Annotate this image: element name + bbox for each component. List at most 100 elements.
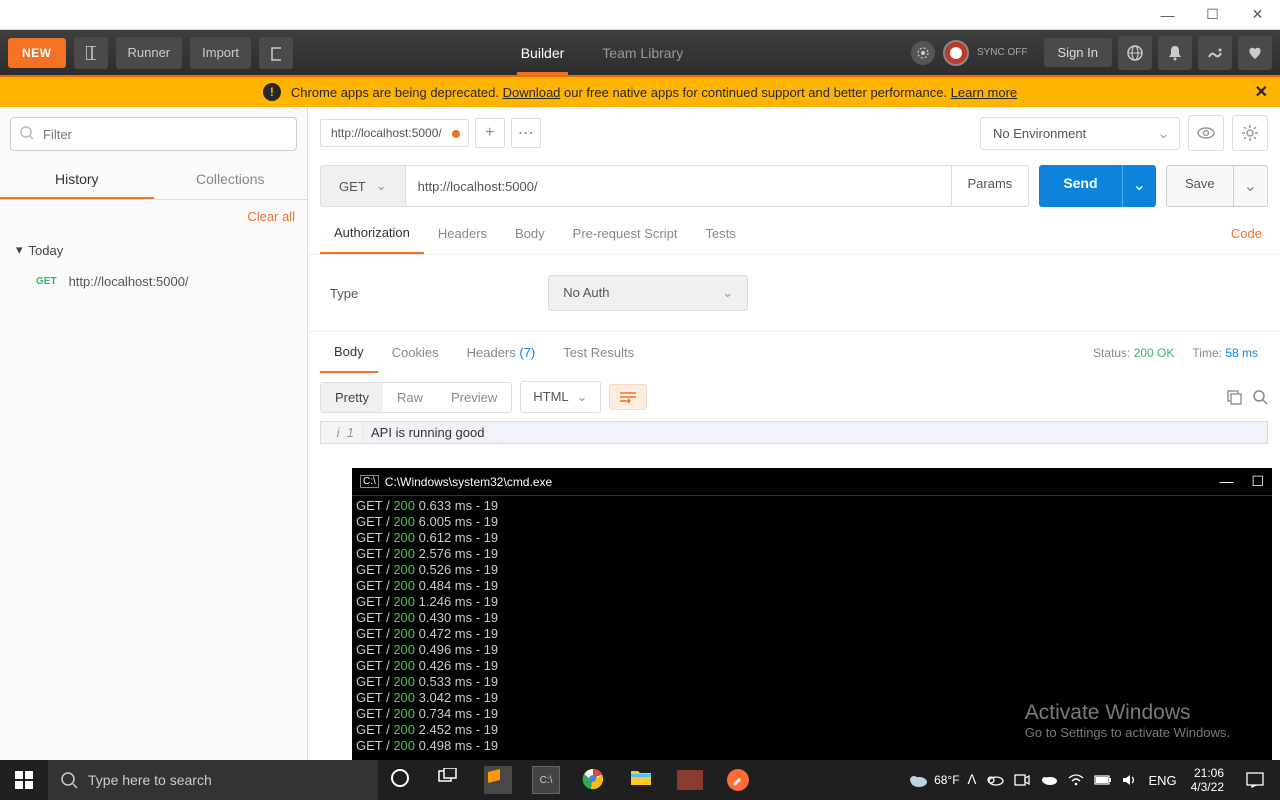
response-body-tab[interactable]: Body xyxy=(320,332,378,373)
taskbar: Type here to search C:\ 68°F ᐱ ENG 21:06… xyxy=(0,760,1280,800)
search-response-button[interactable] xyxy=(1252,389,1268,405)
tray-chevron-icon[interactable]: ᐱ xyxy=(968,772,977,788)
response-headers-tab[interactable]: Headers (7) xyxy=(453,333,550,372)
download-link[interactable]: Download xyxy=(503,85,561,100)
new-button[interactable]: NEW xyxy=(8,38,66,68)
tray-battery-icon[interactable] xyxy=(1094,775,1112,785)
send-button[interactable]: Send xyxy=(1039,165,1121,207)
request-subtabs: Authorization Headers Body Pre-request S… xyxy=(308,213,1280,255)
taskbar-search[interactable]: Type here to search xyxy=(48,760,378,800)
method-badge: GET xyxy=(36,276,57,287)
request-tab[interactable]: http://localhost:5000/ xyxy=(320,119,469,147)
save-button[interactable]: Save xyxy=(1166,165,1234,207)
task-view-icon[interactable] xyxy=(426,760,474,800)
copy-response-button[interactable] xyxy=(1226,389,1242,405)
tray-language[interactable]: ENG xyxy=(1148,773,1176,788)
signin-button[interactable]: Sign In xyxy=(1044,38,1112,67)
window-maximize-button[interactable]: ☐ xyxy=(1190,0,1235,30)
cmd-titlebar[interactable]: C:\ C:\Windows\system32\cmd.exe — ☐ xyxy=(352,468,1272,496)
params-button[interactable]: Params xyxy=(952,165,1030,207)
headers-tab[interactable]: Headers xyxy=(424,214,501,253)
url-input[interactable] xyxy=(406,165,952,207)
banner-close-button[interactable]: ✕ xyxy=(1255,82,1268,102)
warning-icon: ! xyxy=(263,83,281,101)
browse-icon[interactable] xyxy=(1118,36,1152,70)
cmd-maximize-button[interactable]: ☐ xyxy=(1251,473,1264,490)
response-tabs: Body Cookies Headers (7) Test Results St… xyxy=(308,332,1280,373)
app-postman-icon[interactable] xyxy=(714,760,762,800)
import-button[interactable]: Import xyxy=(190,37,251,69)
window-minimize-button[interactable]: — xyxy=(1145,0,1190,30)
tray-cloud-icon[interactable] xyxy=(1040,774,1058,786)
filter-input[interactable] xyxy=(10,117,297,151)
history-tab[interactable]: History xyxy=(0,161,154,199)
wrap-lines-button[interactable] xyxy=(609,384,647,410)
body-tab[interactable]: Body xyxy=(501,214,559,253)
start-button[interactable] xyxy=(0,760,48,800)
tray-meet-icon[interactable] xyxy=(1014,774,1030,786)
app-explorer-icon[interactable] xyxy=(618,760,666,800)
tray-volume-icon[interactable] xyxy=(1122,773,1138,787)
weather-widget[interactable]: 68°F xyxy=(908,772,959,788)
app-generic-icon[interactable] xyxy=(666,760,714,800)
learn-more-link[interactable]: Learn more xyxy=(951,85,1017,100)
clear-all-link[interactable]: Clear all xyxy=(247,209,295,224)
cortana-icon[interactable] xyxy=(378,760,426,800)
app-toolbar: NEW Runner Import Builder Team Library S… xyxy=(0,30,1280,77)
toggle-sidebar-button[interactable] xyxy=(74,37,108,69)
environment-quicklook-button[interactable] xyxy=(1188,115,1224,151)
tray-onedrive-icon[interactable] xyxy=(986,774,1004,786)
search-icon xyxy=(60,771,78,789)
tray-wifi-icon[interactable] xyxy=(1068,774,1084,786)
settings-icon[interactable] xyxy=(1198,36,1232,70)
response-body[interactable]: i 1 API is running good xyxy=(320,421,1268,444)
app-cmd-icon[interactable]: C:\ xyxy=(522,760,570,800)
caret-down-icon: ▾ xyxy=(16,242,23,258)
method-select[interactable]: GET ⌄ xyxy=(320,165,406,207)
history-section-today[interactable]: ▾ Today xyxy=(0,234,307,266)
response-tests-tab[interactable]: Test Results xyxy=(549,333,648,372)
line-number: i 1 xyxy=(321,422,363,443)
pretty-button[interactable]: Pretty xyxy=(321,383,383,412)
chevron-down-icon: ⌄ xyxy=(1158,126,1169,142)
new-window-button[interactable] xyxy=(259,37,293,69)
action-center-icon[interactable] xyxy=(1238,772,1272,788)
auth-type-select[interactable]: No Auth ⌄ xyxy=(548,275,748,311)
chevron-down-icon: ⌄ xyxy=(722,285,733,301)
add-tab-button[interactable]: + xyxy=(475,118,505,148)
history-item[interactable]: GET http://localhost:5000/ xyxy=(0,266,307,297)
response-cookies-tab[interactable]: Cookies xyxy=(378,333,453,372)
window-close-button[interactable]: ✕ xyxy=(1235,0,1280,30)
sync-status-icon[interactable] xyxy=(943,40,969,66)
sidebar-tabs: History Collections xyxy=(0,161,307,200)
environment-select[interactable]: No Environment ⌄ xyxy=(980,117,1180,150)
builder-tab[interactable]: Builder xyxy=(517,31,569,75)
environment-settings-button[interactable] xyxy=(1232,115,1268,151)
response-format-row: Pretty Raw Preview HTML⌄ xyxy=(308,373,1280,421)
window-plus-icon xyxy=(271,45,281,61)
capture-icon[interactable] xyxy=(911,41,935,65)
tab-options-button[interactable]: ⋯ xyxy=(511,118,541,148)
notifications-icon[interactable] xyxy=(1158,36,1192,70)
collections-tab[interactable]: Collections xyxy=(154,161,308,199)
heart-icon[interactable] xyxy=(1238,36,1272,70)
preview-button[interactable]: Preview xyxy=(437,383,511,412)
app-sublime-icon[interactable] xyxy=(474,760,522,800)
team-library-tab[interactable]: Team Library xyxy=(598,31,687,75)
prerequest-tab[interactable]: Pre-request Script xyxy=(559,214,692,253)
save-dropdown-button[interactable]: ⌄ xyxy=(1234,165,1268,207)
raw-button[interactable]: Raw xyxy=(383,383,437,412)
send-dropdown-button[interactable]: ⌄ xyxy=(1122,165,1156,207)
response-meta: Status: 200 OK Time: 58 ms xyxy=(1093,346,1268,360)
runner-button[interactable]: Runner xyxy=(116,37,183,69)
authorization-tab[interactable]: Authorization xyxy=(320,213,424,254)
activate-windows-watermark: Activate Windows Go to Settings to activ… xyxy=(1025,701,1230,740)
language-select[interactable]: HTML⌄ xyxy=(520,381,600,413)
cmd-minimize-button[interactable]: — xyxy=(1219,473,1233,490)
taskbar-clock[interactable]: 21:06 4/3/22 xyxy=(1185,766,1230,794)
response-text: API is running good xyxy=(363,422,1267,443)
code-link[interactable]: Code xyxy=(1231,226,1268,241)
app-chrome-icon[interactable] xyxy=(570,760,618,800)
banner-text: Chrome apps are being deprecated. Downlo… xyxy=(291,85,1017,100)
tests-tab[interactable]: Tests xyxy=(691,214,749,253)
